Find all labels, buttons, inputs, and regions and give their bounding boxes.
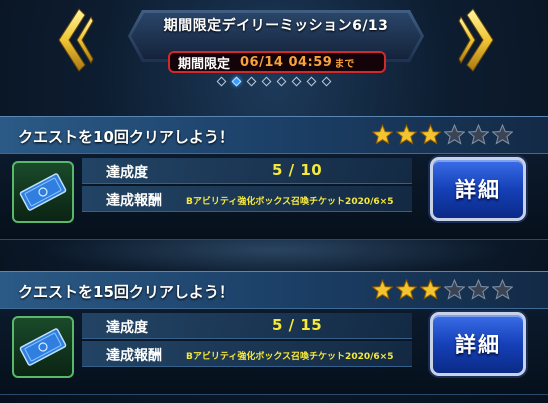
detail-button[interactable]: 詳細: [430, 157, 526, 221]
deadline-suffix: まで: [334, 58, 355, 70]
reward-value: Bアビリティ強化ボックス召喚チケット2020/6×5: [186, 352, 394, 362]
progress-label: 達成度: [106, 320, 148, 336]
page-title: 期間限定デイリーミッション6/13: [163, 18, 389, 34]
page-dot[interactable]: [261, 76, 272, 86]
deadline-value: 06/14 04:59: [240, 54, 333, 70]
star-empty-icon: [492, 124, 513, 145]
progress-value: 5 / 10: [272, 161, 323, 179]
reward-label: 達成報酬: [106, 348, 162, 364]
progress-value: 5 / 15: [272, 316, 323, 334]
progress-row: 達成度 5 / 15: [82, 313, 412, 339]
star-empty-icon: [492, 279, 513, 300]
star-empty-icon: [468, 124, 489, 145]
star-filled-icon: [372, 279, 393, 300]
page-dot[interactable]: [216, 76, 227, 86]
deadline-badge: 期間限定 06/14 04:59 まで: [168, 51, 386, 73]
page-dot[interactable]: [231, 76, 242, 86]
reward-row: 達成報酬 Bアビリティ強化ボックス召喚チケット2020/6×5: [82, 341, 412, 367]
reward-thumbnail[interactable]: [12, 161, 74, 223]
deadline-label: 期間限定: [178, 56, 231, 72]
star-empty-icon: [444, 124, 465, 145]
star-filled-icon: [396, 279, 417, 300]
star-empty-icon: [468, 279, 489, 300]
reward-thumbnail[interactable]: [12, 316, 74, 378]
difficulty-stars: [372, 279, 513, 300]
mission-title: クエストを15回クリアしよう！: [18, 283, 234, 301]
mission-header: クエストを15回クリアしよう！: [0, 271, 548, 309]
mission-body: 達成度 5 / 10 達成報酬 Bアビリティ強化ボックス召喚チケット2020/6…: [0, 154, 548, 240]
ticket-icon: [19, 328, 67, 366]
star-filled-icon: [420, 124, 441, 145]
page-dot[interactable]: [291, 76, 302, 86]
star-filled-icon: [372, 124, 393, 145]
page-indicator: [216, 76, 332, 86]
page-dot[interactable]: [276, 76, 287, 86]
mission-title: クエストを10回クリアしよう！: [18, 128, 234, 146]
reward-row: 達成報酬 Bアビリティ強化ボックス召喚チケット2020/6×5: [82, 186, 412, 212]
mission-body: 達成度 5 / 15 達成報酬 Bアビリティ強化ボックス召喚チケット2020/6…: [0, 309, 548, 395]
star-empty-icon: [444, 279, 465, 300]
progress-row: 達成度 5 / 10: [82, 158, 412, 184]
detail-button-label: 詳細: [455, 178, 501, 202]
page-dot[interactable]: [246, 76, 257, 86]
progress-label: 達成度: [106, 165, 148, 181]
next-page-button[interactable]: [454, 2, 500, 78]
chevron-right-icon: [458, 8, 494, 72]
page-dot[interactable]: [321, 76, 332, 86]
detail-button-label: 詳細: [455, 333, 501, 357]
mission-header: クエストを10回クリアしよう！: [0, 116, 548, 154]
prev-page-button[interactable]: [52, 2, 98, 78]
ticket-icon: [19, 173, 67, 211]
reward-value: Bアビリティ強化ボックス召喚チケット2020/6×5: [186, 197, 394, 207]
page-dot[interactable]: [306, 76, 317, 86]
difficulty-stars: [372, 124, 513, 145]
star-filled-icon: [420, 279, 441, 300]
reward-label: 達成報酬: [106, 193, 162, 209]
chevron-left-icon: [58, 8, 94, 72]
detail-button[interactable]: 詳細: [430, 312, 526, 376]
star-filled-icon: [396, 124, 417, 145]
